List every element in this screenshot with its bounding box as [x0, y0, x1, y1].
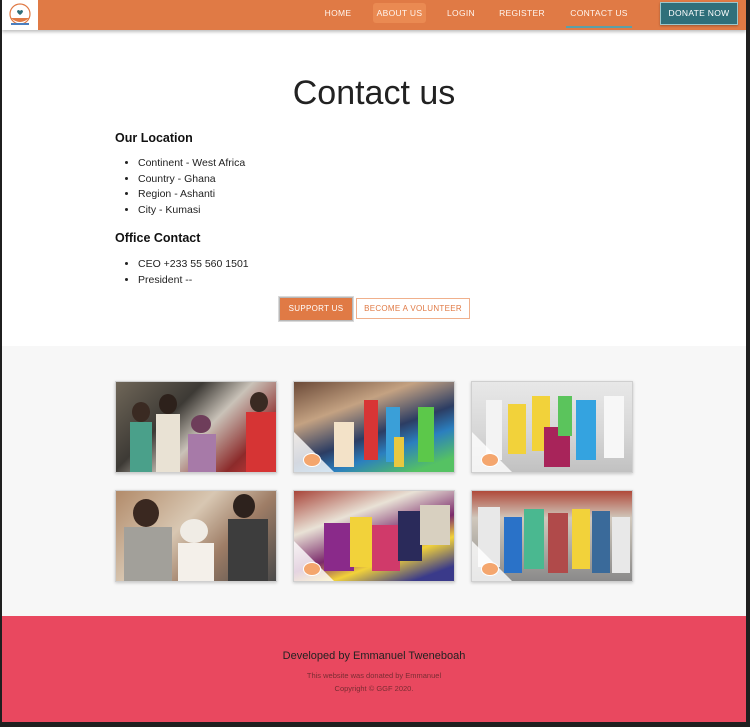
top-navbar: HOME ABOUT US LOGIN REGISTER CONTACT US … [2, 0, 746, 30]
location-item: City - Kumasi [138, 203, 245, 219]
support-us-button[interactable]: SUPPORT US [279, 297, 353, 321]
become-volunteer-button[interactable]: BECOME A VOLUNTEER [356, 298, 470, 319]
photo-gallery [2, 346, 746, 616]
page-title: Contact us [292, 74, 456, 112]
street-outreach-photo-2[interactable] [293, 381, 455, 473]
nav-contact-us-link[interactable]: CONTACT US [566, 0, 632, 28]
watermark-logo-icon [481, 453, 499, 467]
location-heading: Our Location [115, 131, 193, 145]
location-item: Continent - West Africa [138, 156, 245, 172]
nav-home-link[interactable]: HOME [320, 0, 356, 26]
footer-copyright: Copyright © GGF 2020. [334, 684, 414, 693]
hands-heart-logo-icon[interactable] [2, 0, 38, 30]
watermark-logo-icon [303, 562, 321, 576]
nav-login-link[interactable]: LOGIN [445, 0, 477, 26]
watermark-logo-icon [303, 453, 321, 467]
office-item: President -- [138, 273, 249, 289]
location-list: Continent - West Africa Country - Ghana … [122, 156, 245, 218]
page-frame: HOME ABOUT US LOGIN REGISTER CONTACT US … [2, 0, 746, 722]
street-outreach-photo-5[interactable] [293, 490, 455, 582]
group-photo-3[interactable] [471, 381, 633, 473]
location-item: Country - Ghana [138, 172, 245, 188]
page-footer: Developed by Emmanuel Tweneboah This web… [2, 616, 746, 722]
nav-register-link[interactable]: REGISTER [498, 0, 546, 26]
community-outreach-photo-1[interactable] [115, 381, 277, 473]
community-photo-4[interactable] [115, 490, 277, 582]
nav-about-us-link[interactable]: ABOUT US [373, 3, 426, 23]
watermark-logo-icon [481, 562, 499, 576]
donate-now-button[interactable]: DONATE NOW [660, 2, 738, 25]
street-group-photo-6[interactable] [471, 490, 633, 582]
footer-donation-note: This website was donated by Emmanuel [306, 671, 442, 680]
footer-developer-credit: Developed by Emmanuel Tweneboah [282, 650, 466, 662]
office-heading: Office Contact [115, 231, 201, 245]
location-item: Region - Ashanti [138, 187, 245, 203]
office-list: CEO +233 55 560 1501 President -- [122, 257, 249, 288]
office-item: CEO +233 55 560 1501 [138, 257, 249, 273]
